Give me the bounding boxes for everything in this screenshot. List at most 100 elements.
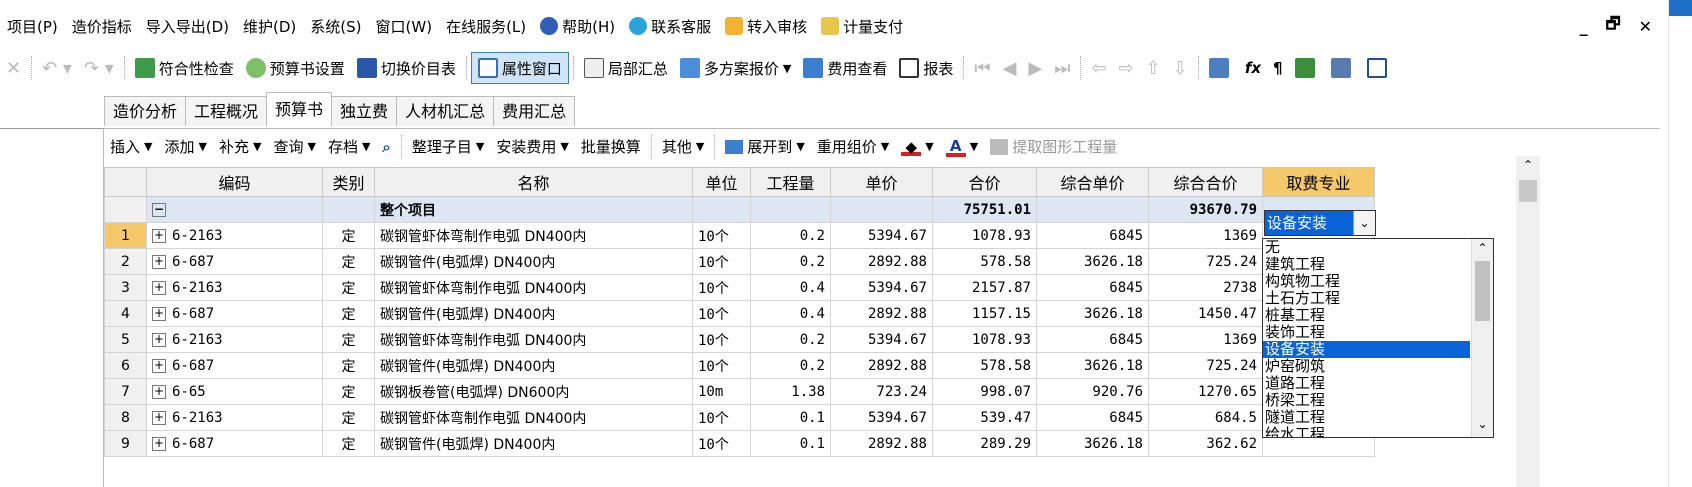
type-cell[interactable]: 定 xyxy=(322,274,375,301)
nav-next-icon[interactable]: ▶ xyxy=(1022,52,1048,84)
arrow-down-icon[interactable]: ⇩ xyxy=(1167,52,1194,84)
batch-convert-button[interactable]: 批量换算 xyxy=(575,132,647,162)
fee-specialty-select[interactable]: 设备安装 ⌄ xyxy=(1264,210,1376,236)
fee-specialty-value[interactable]: 设备安装 xyxy=(1265,211,1353,235)
code-cell[interactable]: +6-2163 xyxy=(146,222,323,249)
total-cell[interactable]: 289.29 xyxy=(932,430,1037,457)
name-cell[interactable]: 碳钢管件(电弧焊) DN400内 xyxy=(374,248,693,275)
comp-price-cell[interactable]: 6845 xyxy=(1036,404,1149,431)
arrow-up-icon[interactable]: ⇧ xyxy=(1140,52,1167,84)
qty-cell[interactable]: 0.4 xyxy=(750,300,831,327)
comp-total-cell[interactable]: 725.24 xyxy=(1148,248,1263,275)
price-cell[interactable]: 5394.67 xyxy=(830,222,933,249)
header-name[interactable]: 名称 xyxy=(374,167,693,197)
code-cell[interactable]: +6-65 xyxy=(146,378,323,405)
table-row[interactable]: 4 +6-687 定碳钢管件(电弧焊) DN400内 10个 0.4 2892.88 115… xyxy=(104,300,1375,327)
menu-import-export[interactable]: 导入导出(D) xyxy=(139,11,236,41)
dropdown-option[interactable]: 道路工程 xyxy=(1263,375,1470,392)
code-cell[interactable]: − xyxy=(146,196,323,223)
dropdown-option[interactable]: 建筑工程 xyxy=(1263,256,1470,273)
font-color-icon[interactable]: A ▼ xyxy=(940,132,984,162)
arrow-right-icon[interactable]: ⇨ xyxy=(1113,52,1140,84)
unit-cell[interactable]: 10个 xyxy=(692,430,751,457)
comp-price-cell[interactable] xyxy=(1036,196,1149,223)
menu-window[interactable]: 窗口(W) xyxy=(369,11,440,41)
side-panel-tab[interactable] xyxy=(1669,0,1692,16)
collapse-icon[interactable]: − xyxy=(152,202,166,217)
total-cell[interactable]: 1078.93 xyxy=(932,326,1037,353)
name-cell[interactable]: 碳钢管虾体弯制作电弧 DN400内 xyxy=(374,222,693,249)
scroll-thumb[interactable] xyxy=(1519,180,1537,202)
calculator-icon[interactable] xyxy=(1203,52,1239,84)
unit-cell[interactable]: 10个 xyxy=(692,404,751,431)
comp-total-cell[interactable]: 1270.65 xyxy=(1148,378,1263,405)
table-row[interactable]: 8 +6-2163 定碳钢管虾体弯制作电弧 DN400内 10个 0.1 5394.67 5… xyxy=(104,404,1375,431)
comp-price-cell[interactable]: 6845 xyxy=(1036,326,1149,353)
menu-online-service[interactable]: 在线服务(L) xyxy=(439,11,533,41)
redo-icon[interactable]: ↷ ▾ xyxy=(78,52,120,84)
chevron-up-icon[interactable]: ⌃ xyxy=(1516,158,1540,172)
project-name-cell[interactable]: 整个项目 xyxy=(374,196,693,223)
qty-cell[interactable]: 0.2 xyxy=(750,352,831,379)
nav-first-icon[interactable]: ⏮ xyxy=(968,52,996,84)
table-row[interactable]: 3 +6-2163 定碳钢管虾体弯制作电弧 DN400内 10个 0.4 5394.67 2… xyxy=(104,274,1375,301)
unit-cell[interactable]: 10个 xyxy=(692,222,751,249)
formula-icon[interactable]: fx xyxy=(1239,52,1267,84)
nav-last-icon[interactable]: ⏭ xyxy=(1048,52,1076,84)
name-cell[interactable]: 碳钢管件(电弧焊) DN400内 xyxy=(374,352,693,379)
code-cell[interactable]: +6-687 xyxy=(146,430,323,457)
dropdown-option[interactable]: 土石方工程 xyxy=(1263,290,1470,307)
price-cell[interactable] xyxy=(830,196,933,223)
code-cell[interactable]: +6-687 xyxy=(146,352,323,379)
unit-cell[interactable]: 10个 xyxy=(692,326,751,353)
archive-button[interactable]: 存档 ▼ xyxy=(322,132,376,162)
menu-cost-index[interactable]: 造价指标 xyxy=(65,11,139,41)
total-cell[interactable]: 1078.93 xyxy=(932,222,1037,249)
other-button[interactable]: 其他 ▼ xyxy=(656,132,710,162)
dropdown-option[interactable]: 无 xyxy=(1263,239,1470,256)
expand-icon[interactable]: + xyxy=(152,306,166,321)
qty-cell[interactable]: 0.2 xyxy=(750,326,831,353)
expand-icon[interactable]: + xyxy=(152,332,166,347)
code-cell[interactable]: +6-2163 xyxy=(146,274,323,301)
menu-system[interactable]: 系统(S) xyxy=(303,11,368,41)
comp-total-cell[interactable]: 1369 xyxy=(1148,326,1263,353)
cube-icon[interactable] xyxy=(1289,52,1325,84)
budget-settings-button[interactable]: 预算书设置 xyxy=(240,52,351,84)
type-cell[interactable]: 定 xyxy=(322,300,375,327)
paragraph-icon[interactable]: ¶ xyxy=(1267,52,1289,84)
menu-transfer-audit[interactable]: 转入审核 xyxy=(718,11,814,41)
header-unit[interactable]: 单位 xyxy=(692,167,751,197)
comp-price-cell[interactable]: 6845 xyxy=(1036,274,1149,301)
total-cell[interactable]: 539.47 xyxy=(932,404,1037,431)
price-cell[interactable]: 2892.88 xyxy=(830,352,933,379)
comp-price-cell[interactable]: 3626.18 xyxy=(1036,430,1149,457)
table-row[interactable]: 2 +6-687 定碳钢管件(电弧焊) DN400内 10个 0.2 2892.88 578… xyxy=(104,248,1375,275)
expand-icon[interactable]: + xyxy=(152,384,166,399)
tab-labor-material-summary[interactable]: 人材机汇总 xyxy=(396,96,495,126)
header-fee-specialty[interactable]: 取费专业 xyxy=(1262,167,1375,197)
unit-cell[interactable]: 10个 xyxy=(692,274,751,301)
nav-prev-icon[interactable]: ◀ xyxy=(997,52,1023,84)
menu-contact[interactable]: 联系客服 xyxy=(622,11,718,41)
comp-price-cell[interactable]: 3626.18 xyxy=(1036,248,1149,275)
tab-fee-summary[interactable]: 费用汇总 xyxy=(493,96,576,126)
type-cell[interactable]: 定 xyxy=(322,326,375,353)
menu-payment[interactable]: 计量支付 xyxy=(814,11,910,41)
arrow-left-icon[interactable]: ⇦ xyxy=(1085,52,1112,84)
menu-maintain[interactable]: 维护(D) xyxy=(236,11,303,41)
price-cell[interactable]: 5394.67 xyxy=(830,326,933,353)
restore-button[interactable]: 🗗 xyxy=(1606,13,1621,40)
menu-help[interactable]: 帮助(H) xyxy=(533,11,622,41)
price-cell[interactable]: 5394.67 xyxy=(830,404,933,431)
comp-total-cell[interactable]: 725.24 xyxy=(1148,352,1263,379)
tab-project-overview[interactable]: 工程概况 xyxy=(185,96,268,126)
dropdown-option[interactable]: 桩基工程 xyxy=(1263,307,1470,324)
header-quantity[interactable]: 工程量 xyxy=(750,167,831,197)
dropdown-option[interactable]: 构筑物工程 xyxy=(1263,273,1470,290)
type-cell[interactable]: 定 xyxy=(322,352,375,379)
chevron-up-icon[interactable]: ⌃ xyxy=(1472,241,1493,259)
price-cell[interactable]: 5394.67 xyxy=(830,274,933,301)
comp-total-cell[interactable]: 2738 xyxy=(1148,274,1263,301)
dropdown-scrollbar[interactable]: ⌃ ⌄ xyxy=(1471,239,1493,437)
